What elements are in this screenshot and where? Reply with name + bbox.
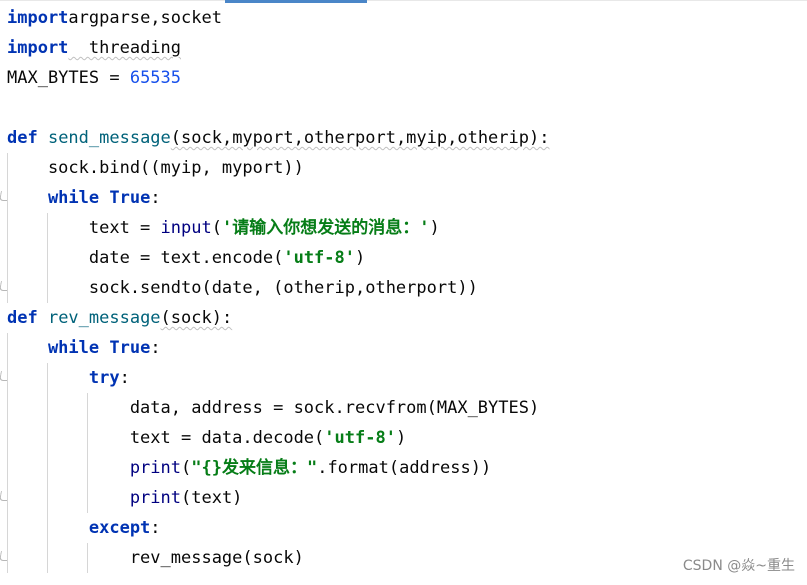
code-line[interactable]: date = text.encode('utf-8') [0,243,807,273]
indent-guide [47,363,48,393]
code-token: import [7,38,69,58]
code-token: 'utf-8' [324,428,396,448]
code-token: ) [429,218,440,238]
code-token: input [160,218,212,238]
code-token: rev_message(sock) [7,548,304,568]
code-line[interactable]: print(text) [0,483,807,513]
indent-guide [7,393,8,423]
code-token: while [7,188,110,208]
code-token: : [119,368,130,388]
code-line[interactable]: text = input('请输入你想发送的消息：') [0,213,807,243]
code-token: text = [7,218,161,238]
code-line[interactable]: MAX_BYTES = 65535 [0,63,807,93]
code-token: print [7,488,181,508]
code-line[interactable]: try: [0,363,807,393]
code-token: '请输入你想发送的消息：' [221,218,430,238]
code-editor[interactable]: importargparse,socket import threading MAX… [0,3,807,573]
code-token: : [150,338,161,358]
indent-guide [47,243,48,273]
code-line[interactable] [0,93,807,123]
code-line[interactable]: def rev_message(sock): [0,303,807,333]
code-line[interactable]: importargparse,socket [0,3,807,33]
code-line[interactable]: while True: [0,183,807,213]
code-token: (sock): [160,308,233,328]
code-line[interactable]: text = data.decode('utf-8') [0,423,807,453]
indent-guide [7,213,8,243]
csdn-watermark: CSDN @焱~重生 [682,558,795,574]
code-token: print [7,458,181,478]
code-line[interactable]: except: [0,513,807,543]
indent-guide [7,153,8,183]
indent-guide [87,453,88,483]
code-token: text = data.decode( [7,428,325,448]
indent-guide [47,453,48,483]
code-token: 65535 [129,68,182,88]
indent-guide [87,393,88,423]
code-token: (text) [181,488,243,508]
indent-guide [47,543,48,573]
code-token: send_message [47,128,171,148]
indent-guide [87,423,88,453]
code-token: : [150,518,161,538]
code-token: ( [211,218,222,238]
indent-guide [7,243,8,273]
indent-guide [7,453,8,483]
code-token: argparse,socket [68,8,222,28]
code-token: : [150,188,161,208]
code-line[interactable]: def send_message(sock,myport,otherport,m… [0,123,807,153]
code-token: 'utf-8' [283,248,355,268]
code-token: "{}发来信息：" [191,458,318,478]
indent-guide [7,423,8,453]
code-token: True [109,188,151,208]
indent-guide [7,333,8,363]
code-line[interactable]: while True: [0,333,807,363]
code-line[interactable]: sock.bind((myip, myport)) [0,153,807,183]
code-token: date = text.encode( [7,248,284,268]
code-line[interactable]: import threading [0,33,807,63]
code-token: ( [181,458,192,478]
code-token: def [7,128,48,148]
code-token: try [7,368,120,388]
code-token: ) [355,248,366,268]
indent-guide [47,273,48,303]
code-token: def [7,308,48,328]
editor-top-border [0,0,807,1]
indent-guide [47,423,48,453]
indent-guide [7,513,8,543]
code-line[interactable]: sock.sendto(date, (otherip,otherport)) [0,273,807,303]
code-line[interactable]: print("{}发来信息：".format(address)) [0,453,807,483]
code-token: MAX_BYTES = [7,68,130,88]
code-line[interactable]: data, address = sock.recvfrom(MAX_BYTES) [0,393,807,423]
indent-guide [87,543,88,573]
code-token: sock.bind((myip, myport)) [7,158,304,178]
code-token: ) [395,428,407,448]
indent-guide [47,513,48,543]
code-token: threading [68,38,182,58]
code-token: sock.sendto(date, (otherip,otherport)) [7,278,478,298]
indent-guide [47,213,48,243]
code-token: .format(address)) [317,458,492,478]
indent-guide [47,393,48,423]
code-token: while [7,338,110,358]
code-token: True [109,338,151,358]
code-token: (sock,myport,otherport,myip,otherip): [170,128,550,148]
code-token: except [7,518,151,538]
indent-guide [87,483,88,513]
indent-guide [47,483,48,513]
code-token: rev_message [47,308,161,328]
code-token: import [7,8,69,28]
